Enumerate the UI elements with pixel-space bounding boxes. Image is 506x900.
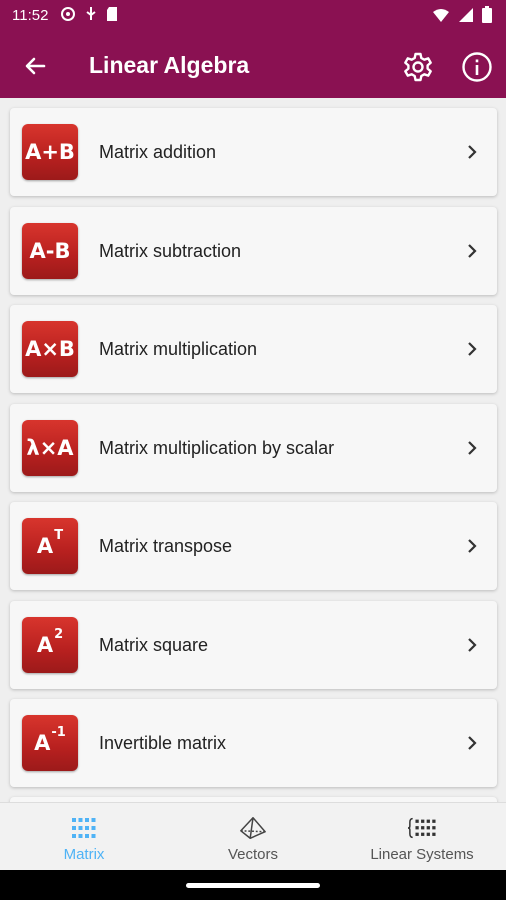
list-item-label: Matrix transpose [99,536,233,556]
tab-linear-systems[interactable]: Linear Systems [338,803,506,871]
bottom-navigation: Matrix Vectors Linear Systems [0,802,506,870]
chevron-right-icon [468,244,477,258]
tab-label: Matrix [63,846,105,863]
arrow-back-icon [25,57,46,75]
chevron-right-icon [468,736,477,750]
operation-badge-icon: A×B [22,321,78,377]
list-item-matrix-multiplication-by-scalar[interactable]: λ×A Matrix multiplication by scalar [10,404,497,492]
list-item-matrix-square[interactable]: A2 Matrix square [10,601,497,689]
info-button[interactable] [459,49,495,85]
tab-vectors[interactable]: Vectors [169,803,337,871]
list-item-matrix-transpose[interactable]: AT Matrix transpose [10,502,497,590]
home-gesture-handle[interactable] [186,883,320,888]
list-item-invertible-matrix[interactable]: A-1 Invertible matrix [10,699,497,787]
list-item-label: Matrix multiplication [99,339,258,359]
info-icon [462,52,492,82]
page-title: Linear Algebra [89,52,250,78]
operations-list: A+B Matrix addition A-B Matrix subtracti… [0,98,506,802]
gear-icon [404,52,432,82]
list-item-matrix-subtraction[interactable]: A-B Matrix subtraction [10,207,497,295]
status-time: 11:52 [12,7,49,24]
chevron-right-icon [468,539,477,553]
status-bar: 11:52 [0,0,506,32]
signal-icon [458,7,474,28]
operation-badge-icon: λ×A [22,420,78,476]
sd-card-icon [106,6,118,27]
chevron-right-icon [468,342,477,356]
list-item-label: Matrix addition [99,142,217,162]
operation-badge-icon: AT [22,518,78,574]
list-item-label: Matrix square [99,635,209,655]
settings-button[interactable] [400,49,436,85]
usb-icon [85,6,97,27]
app-bar: Linear Algebra [0,32,506,98]
list-item-label: Invertible matrix [99,733,227,753]
list-item-label: Matrix subtraction [99,241,242,261]
tab-matrix[interactable]: Matrix [0,803,168,871]
chevron-right-icon [468,441,477,455]
operation-badge-icon: A-1 [22,715,78,771]
chevron-right-icon [468,145,477,159]
matrix-grid-icon [70,815,98,841]
pyramid-icon [239,815,267,841]
tab-label: Vectors [227,846,279,863]
battery-icon [482,6,492,28]
list-item-label: Matrix multiplication by scalar [99,438,335,458]
vpn-gear-icon [60,6,76,27]
back-button[interactable] [18,49,52,83]
operation-badge-icon: A-B [22,223,78,279]
list-item-matrix-addition[interactable]: A+B Matrix addition [10,108,497,196]
chevron-right-icon [468,638,477,652]
list-item-matrix-multiplication[interactable]: A×B Matrix multiplication [10,305,497,393]
braces-grid-icon [408,815,436,841]
tab-label: Linear Systems [370,846,474,863]
operation-badge-icon: A+B [22,124,78,180]
system-navigation-bar [0,870,506,900]
operation-badge-icon: A2 [22,617,78,673]
wifi-icon [432,7,450,28]
